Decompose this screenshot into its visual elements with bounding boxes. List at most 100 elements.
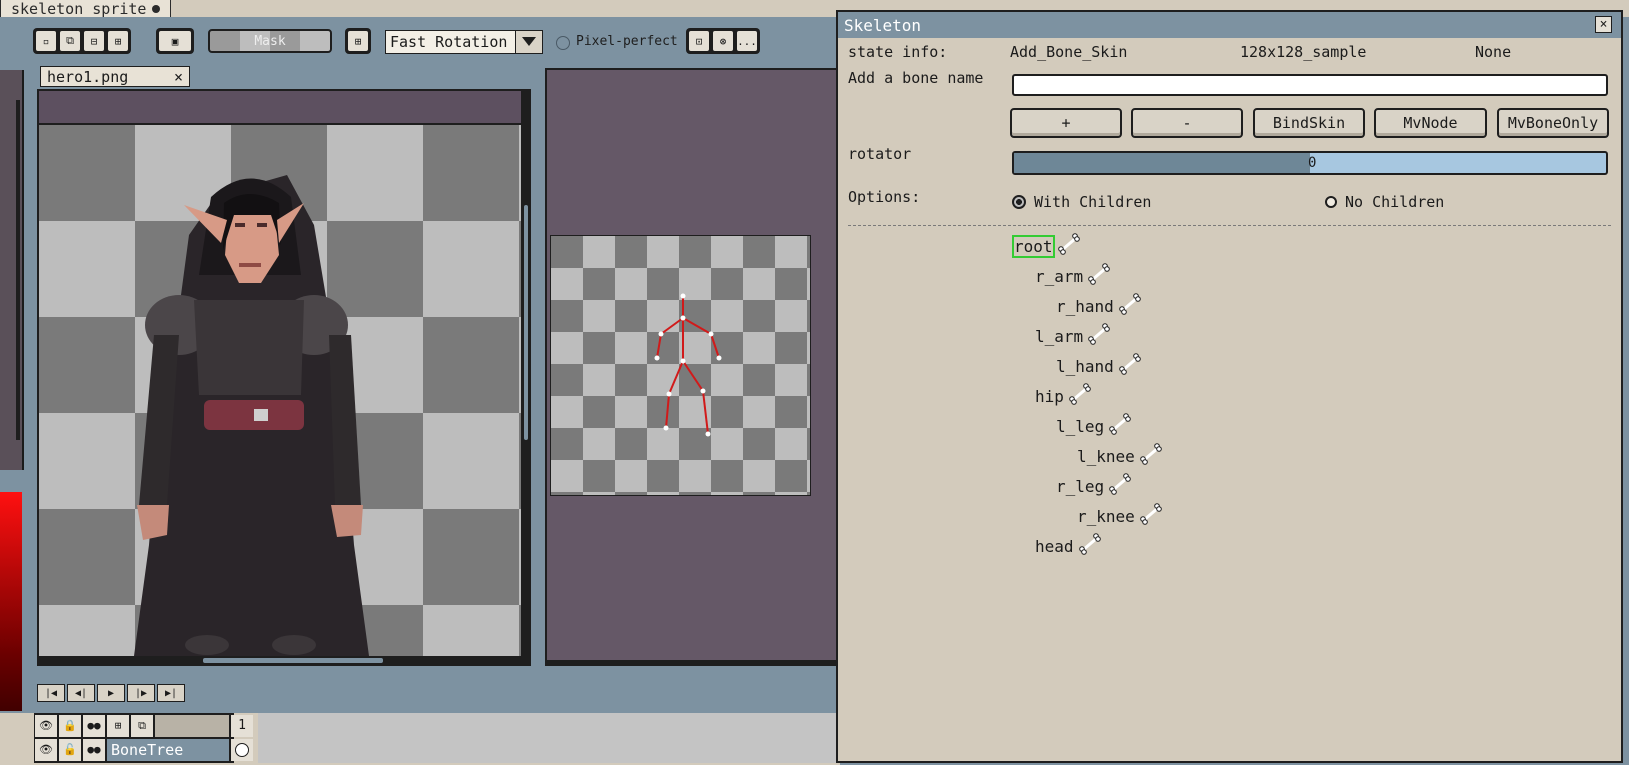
rotator-slider[interactable]: 0 <box>1012 151 1608 175</box>
document-tab[interactable]: skeleton_sprite <box>0 0 172 18</box>
state-info-label: state info: <box>848 43 948 61</box>
layer-options-icon[interactable]: ⧉ <box>131 714 153 737</box>
close-icon[interactable]: × <box>174 68 183 86</box>
cel-icon[interactable] <box>231 738 253 761</box>
radio-icon[interactable] <box>1325 196 1337 208</box>
replace-selection-icon[interactable]: ▫ <box>35 30 57 52</box>
layer-name <box>155 714 229 737</box>
option-with-children[interactable]: With Children <box>1012 193 1151 211</box>
skeleton-preview-canvas[interactable] <box>550 235 811 496</box>
scroll-thumb[interactable] <box>203 658 383 663</box>
layer-row[interactable]: 👁 🔓 ●● BoneTree <box>35 738 253 761</box>
bone-icon <box>1087 263 1111 289</box>
bone-name-input[interactable] <box>1012 74 1608 96</box>
pivot-icon[interactable]: ⊞ <box>347 30 369 52</box>
selection-mode-group: ▫ ⧉ ⊟ ⊞ <box>33 28 131 54</box>
bone-tree-item[interactable]: r_knee <box>1077 503 1163 528</box>
bone-name[interactable]: r_arm <box>1035 267 1083 286</box>
rotation-algorithm-select[interactable]: Fast Rotation <box>385 30 543 54</box>
separator <box>848 225 1611 226</box>
bone-name[interactable]: l_hand <box>1056 357 1114 376</box>
state-info-value: None <box>1475 43 1512 61</box>
canvas-horizontal-scrollbar[interactable] <box>39 656 523 666</box>
rotator-value: 0 <box>1308 155 1317 171</box>
bone-name[interactable]: r_hand <box>1056 297 1114 316</box>
bone-tree-item[interactable]: head <box>1035 533 1102 558</box>
bone-name[interactable]: l_arm <box>1035 327 1083 346</box>
transparent-color-icon[interactable]: ▣ <box>158 30 192 52</box>
preview-bottom-bar <box>545 660 840 666</box>
next-frame-icon[interactable]: |▶ <box>127 684 155 702</box>
bone-tree-item[interactable]: r_arm <box>1035 263 1111 289</box>
bone-name[interactable]: r_leg <box>1056 477 1104 496</box>
layer-header-row: 👁 🔒 ●● ⊞ ⧉ 1 <box>35 714 253 737</box>
eye-icon[interactable]: 👁 <box>35 738 57 761</box>
play-icon[interactable]: ▶ <box>97 684 125 702</box>
lock-icon[interactable]: 🔓 <box>59 738 81 761</box>
palette-panel <box>0 70 24 470</box>
eye-icon[interactable]: 👁 <box>35 714 57 737</box>
rotation-algorithm-value: Fast Rotation <box>390 33 508 51</box>
last-frame-icon[interactable]: ▶| <box>157 684 185 702</box>
link-icon[interactable]: ⊛ <box>712 30 734 52</box>
pixel-perfect-checkbox[interactable] <box>556 36 570 50</box>
layer-tree-icon[interactable]: ⊞ <box>107 714 129 737</box>
move-node-button[interactable]: MvNode <box>1374 108 1487 138</box>
transparent-selection-group: ▣ <box>156 28 194 54</box>
bone-name[interactable]: l_leg <box>1056 417 1104 436</box>
flip-icon[interactable]: ⊡ <box>688 30 710 52</box>
bone-icon <box>1108 473 1132 499</box>
bone-name[interactable]: root <box>1012 234 1055 258</box>
bone-name[interactable]: hip <box>1035 387 1064 406</box>
sprite-canvas[interactable] <box>39 125 521 656</box>
add-bone-button[interactable]: + <box>1010 108 1122 138</box>
palette-scrollbar[interactable] <box>16 100 20 440</box>
close-icon[interactable]: × <box>1595 16 1612 33</box>
add-selection-icon[interactable]: ⧉ <box>59 30 81 52</box>
canvas-vertical-scrollbar[interactable] <box>523 125 529 656</box>
bone-tree-item[interactable]: l_hand <box>1056 353 1142 378</box>
add-bone-label: Add a bone name <box>848 69 984 87</box>
state-info-value: 128x128_sample <box>1240 43 1367 61</box>
layer-name[interactable]: BoneTree <box>107 738 229 761</box>
bone-tree-item[interactable]: l_leg <box>1056 413 1132 438</box>
chevron-down-icon[interactable] <box>515 31 542 53</box>
scroll-thumb[interactable] <box>524 205 528 440</box>
sprite-file-tab[interactable]: hero1.png × <box>40 66 190 87</box>
mask-button[interactable]: Mask <box>208 29 332 53</box>
lock-icon[interactable]: 🔒 <box>59 714 81 737</box>
previous-frame-icon[interactable]: ◀| <box>67 684 95 702</box>
rotator-label: rotator <box>848 145 912 163</box>
option-no-children-label: No Children <box>1345 193 1445 211</box>
bone-tree-item[interactable]: l_knee <box>1077 443 1163 469</box>
move-bone-only-button[interactable]: MvBoneOnly <box>1497 108 1609 138</box>
continuous-icon[interactable]: ●● <box>83 714 105 737</box>
bone-name[interactable]: r_knee <box>1077 507 1135 526</box>
bone-tree-item[interactable]: r_leg <box>1056 473 1132 499</box>
frame-number[interactable]: 1 <box>231 714 253 737</box>
more-options-button[interactable]: ... <box>736 30 758 52</box>
bone-icon <box>1139 443 1163 469</box>
bone-icon <box>1118 293 1142 319</box>
first-frame-icon[interactable]: |◀ <box>37 684 65 702</box>
remove-bone-button[interactable]: - <box>1131 108 1243 138</box>
bind-skin-button[interactable]: BindSkin <box>1253 108 1365 138</box>
bone-name[interactable]: head <box>1035 537 1074 556</box>
bone-tree-item[interactable]: r_hand <box>1056 293 1142 319</box>
skeleton-rig <box>654 293 722 437</box>
pivot-group: ⊞ <box>345 28 371 54</box>
bone-icon <box>1087 323 1111 349</box>
bone-tree-item[interactable]: l_arm <box>1035 323 1111 349</box>
mask-button-label: Mask <box>254 33 286 49</box>
intersect-selection-icon[interactable]: ⊞ <box>107 30 129 52</box>
option-no-children[interactable]: No Children <box>1325 193 1444 211</box>
bone-icon <box>1057 233 1081 259</box>
bone-tree-item[interactable]: hip <box>1035 383 1092 408</box>
rotator-fill <box>1014 153 1310 173</box>
skeleton-title-bar: Skeleton <box>838 12 1621 38</box>
bone-name[interactable]: l_knee <box>1077 447 1135 466</box>
continuous-icon[interactable]: ●● <box>83 738 105 761</box>
radio-icon[interactable] <box>1012 195 1026 209</box>
subtract-selection-icon[interactable]: ⊟ <box>83 30 105 52</box>
bone-tree-item[interactable]: root <box>1012 233 1081 259</box>
